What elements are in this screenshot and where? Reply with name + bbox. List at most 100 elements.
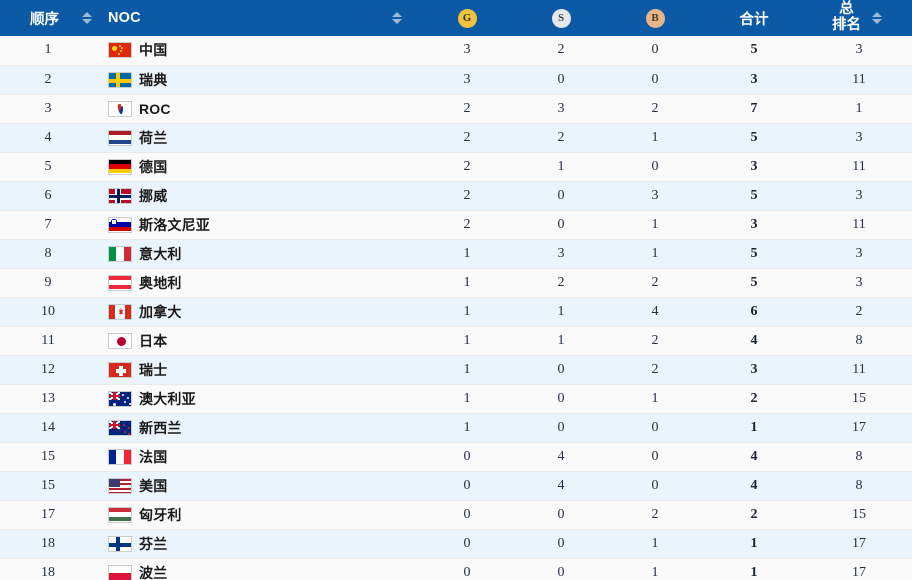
flag-no-icon bbox=[108, 187, 132, 204]
cell-overall-rank: 11 bbox=[806, 355, 912, 385]
cell-rank: 18 bbox=[0, 558, 96, 580]
sort-icon-overall-rank[interactable] bbox=[871, 9, 882, 27]
cell-overall-rank: 15 bbox=[806, 384, 912, 414]
cell-silver: 0 bbox=[514, 413, 608, 443]
cell-silver: 0 bbox=[514, 529, 608, 559]
table-row: 15 美国 0 4 0 4 8 bbox=[0, 471, 912, 501]
medal-table: 顺序 NOC G S B 合计 总 排名 1 中国 3 2 0 5 3 2 瑞典… bbox=[0, 0, 912, 580]
cell-gold: 0 bbox=[420, 558, 514, 580]
cell-overall-rank: 3 bbox=[806, 36, 912, 66]
cell-total: 1 bbox=[702, 558, 806, 580]
cell-rank: 14 bbox=[0, 413, 96, 443]
table-row: 10 加拿大 1 1 4 6 2 bbox=[0, 297, 912, 327]
cell-overall-rank: 15 bbox=[806, 500, 912, 530]
cell-total: 7 bbox=[702, 94, 806, 124]
cell-rank: 15 bbox=[0, 442, 96, 472]
silver-medal-icon: S bbox=[551, 8, 571, 28]
cell-total: 5 bbox=[702, 268, 806, 298]
cell-total: 3 bbox=[702, 65, 806, 95]
noc-name: 意大利 bbox=[139, 245, 182, 262]
cell-rank: 17 bbox=[0, 500, 96, 530]
flag-fr-icon bbox=[108, 448, 132, 465]
cell-silver: 1 bbox=[514, 297, 608, 327]
cell-gold: 1 bbox=[420, 384, 514, 414]
cell-gold: 0 bbox=[420, 529, 514, 559]
cell-overall-rank: 3 bbox=[806, 268, 912, 298]
cell-noc: 德国 bbox=[96, 152, 420, 182]
cell-total: 1 bbox=[702, 413, 806, 443]
table-row: 13 澳大利亚 1 0 1 2 15 bbox=[0, 384, 912, 414]
noc-name: 斯洛文尼亚 bbox=[139, 216, 210, 233]
noc-name: 挪威 bbox=[139, 187, 168, 204]
cell-gold: 1 bbox=[420, 355, 514, 385]
flag-pl-icon bbox=[108, 564, 132, 580]
table-header: 顺序 NOC G S B 合计 总 排名 bbox=[0, 0, 912, 36]
cell-noc: 意大利 bbox=[96, 239, 420, 269]
column-header-rank[interactable]: 顺序 bbox=[0, 0, 96, 36]
cell-rank: 9 bbox=[0, 268, 96, 298]
cell-overall-rank: 17 bbox=[806, 413, 912, 443]
cell-noc: 瑞典 bbox=[96, 65, 420, 95]
cell-silver: 0 bbox=[514, 558, 608, 580]
column-header-gold[interactable]: G bbox=[420, 0, 514, 36]
table-row: 18 芬兰 0 0 1 1 17 bbox=[0, 529, 912, 559]
flag-fi-icon bbox=[108, 535, 132, 552]
cell-overall-rank: 1 bbox=[806, 94, 912, 124]
noc-name: ROC bbox=[139, 100, 171, 117]
column-label-noc: NOC bbox=[108, 10, 141, 26]
cell-noc: 美国 bbox=[96, 471, 420, 501]
cell-gold: 3 bbox=[420, 36, 514, 66]
column-header-total[interactable]: 合计 bbox=[702, 0, 806, 36]
cell-total: 4 bbox=[702, 442, 806, 472]
cell-bronze: 2 bbox=[608, 268, 702, 298]
cell-rank: 3 bbox=[0, 94, 96, 124]
flag-it-icon bbox=[108, 245, 132, 262]
cell-noc: 加拿大 bbox=[96, 297, 420, 327]
cell-overall-rank: 2 bbox=[806, 297, 912, 327]
cell-total: 3 bbox=[702, 355, 806, 385]
column-header-noc[interactable]: NOC bbox=[96, 0, 420, 36]
cell-silver: 4 bbox=[514, 442, 608, 472]
sort-icon-noc[interactable] bbox=[391, 9, 402, 27]
column-label-total: 合计 bbox=[739, 11, 769, 28]
cell-bronze: 0 bbox=[608, 442, 702, 472]
cell-rank: 6 bbox=[0, 181, 96, 211]
cell-bronze: 4 bbox=[608, 297, 702, 327]
table-row: 18 波兰 0 0 1 1 17 bbox=[0, 558, 912, 580]
table-row: 8 意大利 1 3 1 5 3 bbox=[0, 239, 912, 269]
cell-noc: 芬兰 bbox=[96, 529, 420, 559]
cell-overall-rank: 3 bbox=[806, 123, 912, 153]
cell-gold: 1 bbox=[420, 413, 514, 443]
cell-overall-rank: 17 bbox=[806, 529, 912, 559]
table-row: 1 中国 3 2 0 5 3 bbox=[0, 36, 912, 66]
cell-silver: 1 bbox=[514, 152, 608, 182]
table-row: 9 奥地利 1 2 2 5 3 bbox=[0, 268, 912, 298]
cell-total: 2 bbox=[702, 500, 806, 530]
noc-name: 新西兰 bbox=[139, 419, 182, 436]
cell-overall-rank: 8 bbox=[806, 326, 912, 356]
table-row: 2 瑞典 3 0 0 3 11 bbox=[0, 65, 912, 95]
cell-overall-rank: 3 bbox=[806, 181, 912, 211]
flag-au-icon bbox=[108, 390, 132, 407]
column-header-silver[interactable]: S bbox=[514, 0, 608, 36]
cell-bronze: 1 bbox=[608, 210, 702, 240]
cell-silver: 0 bbox=[514, 355, 608, 385]
cell-noc: 瑞士 bbox=[96, 355, 420, 385]
cell-noc: 中国 bbox=[96, 36, 420, 66]
cell-noc: 新西兰 bbox=[96, 413, 420, 443]
cell-bronze: 0 bbox=[608, 413, 702, 443]
cell-total: 6 bbox=[702, 297, 806, 327]
sort-icon-rank[interactable] bbox=[81, 9, 92, 27]
flag-de-icon bbox=[108, 158, 132, 175]
column-header-overall-rank[interactable]: 总 排名 bbox=[806, 0, 912, 36]
cell-noc: 斯洛文尼亚 bbox=[96, 210, 420, 240]
cell-total: 3 bbox=[702, 210, 806, 240]
cell-overall-rank: 17 bbox=[806, 558, 912, 580]
cell-gold: 2 bbox=[420, 181, 514, 211]
cell-gold: 1 bbox=[420, 297, 514, 327]
column-header-bronze[interactable]: B bbox=[608, 0, 702, 36]
cell-rank: 2 bbox=[0, 65, 96, 95]
flag-jp-icon bbox=[108, 332, 132, 349]
cell-total: 5 bbox=[702, 36, 806, 66]
noc-name: 瑞典 bbox=[139, 71, 168, 88]
